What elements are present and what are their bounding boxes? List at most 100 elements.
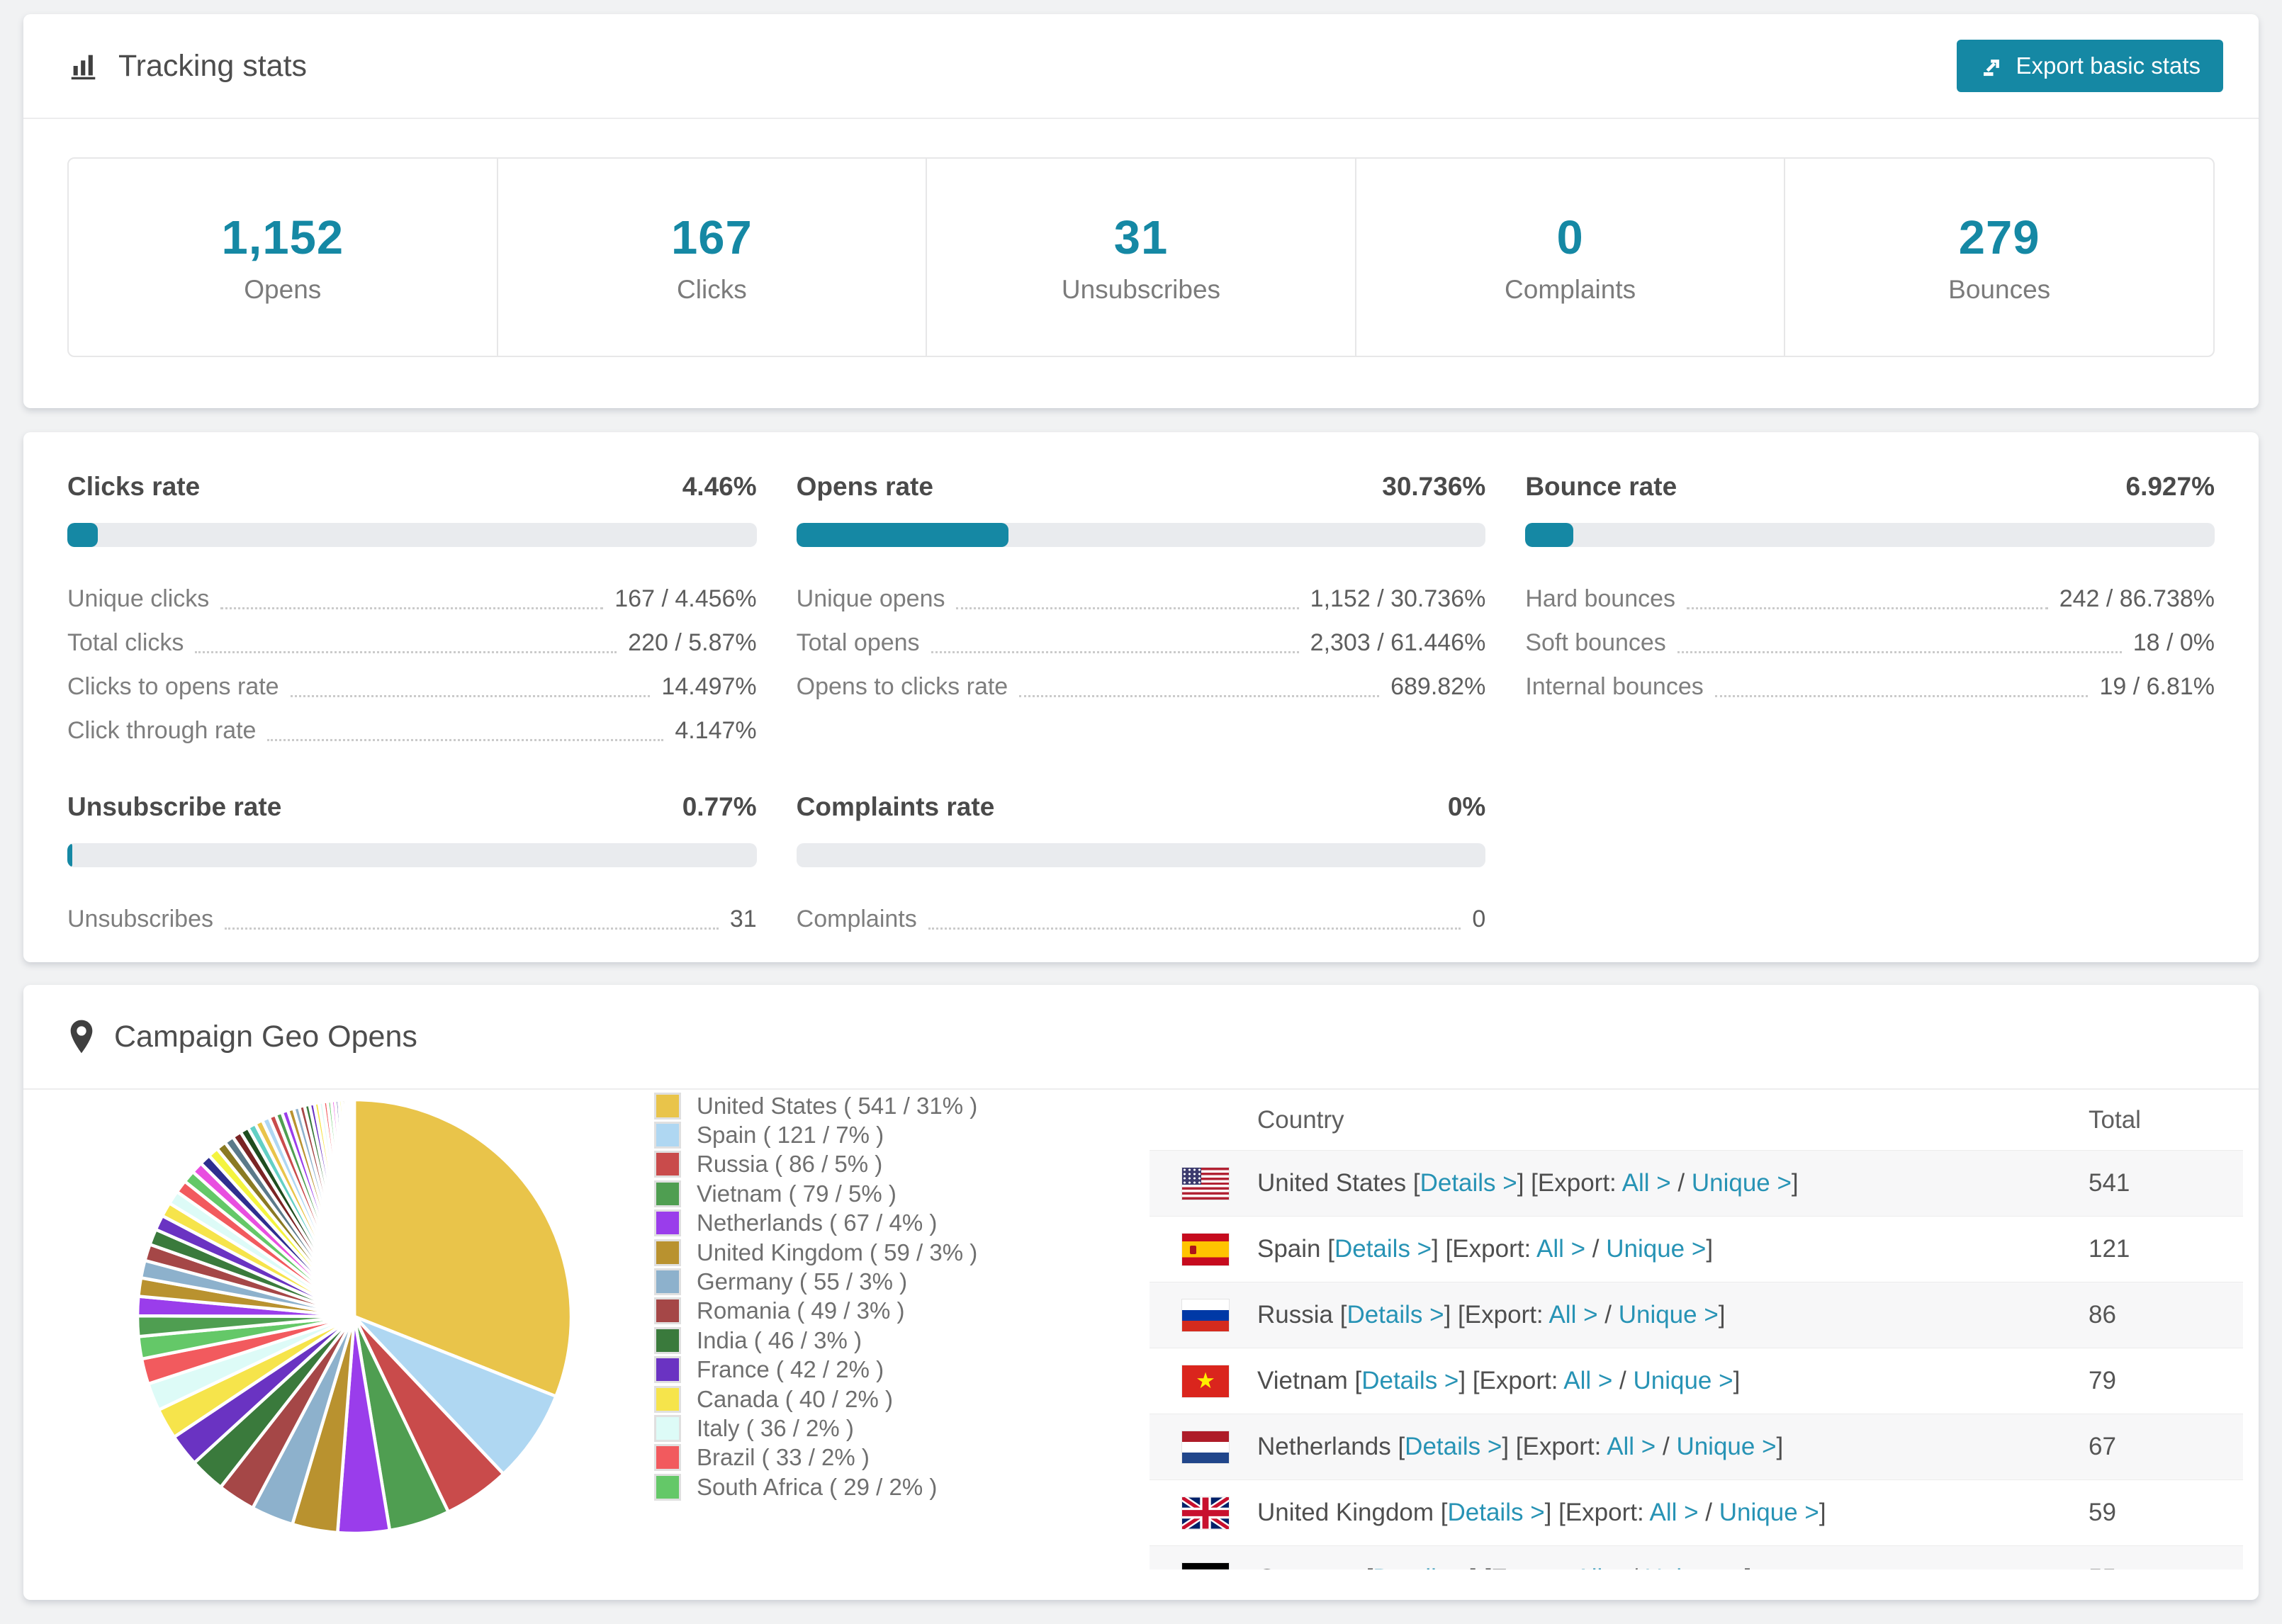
rate-row-value: 2,303 / 61.446% xyxy=(1310,628,1486,656)
dotted-leader xyxy=(1019,694,1380,697)
campaign-geo-opens-title-wrap: Campaign Geo Opens xyxy=(67,1018,417,1055)
legend-item: United States ( 541 / 31% ) xyxy=(654,1091,977,1120)
total-cell: 79 xyxy=(2089,1367,2116,1394)
stat-label: Complaints xyxy=(1505,274,1636,304)
rate-section: Clicks rate 4.46% Unique clicks 167 / 4.… xyxy=(67,472,757,752)
legend-label: Spain ( 121 / 7% ) xyxy=(697,1122,884,1149)
export-unique-link[interactable]: Unique > xyxy=(1719,1499,1819,1526)
export-all-link[interactable]: All > xyxy=(1650,1499,1699,1526)
stats-summary-row: 1,152 Opens 167 Clicks 31 Unsubscribes 0… xyxy=(67,157,2215,357)
legend-label: Russia ( 86 / 5% ) xyxy=(697,1151,883,1178)
details-link[interactable]: Details > xyxy=(1420,1169,1517,1197)
export-unique-link[interactable]: Unique > xyxy=(1619,1301,1719,1329)
export-unique-link[interactable]: Unique > xyxy=(1633,1367,1733,1394)
stat-cell: 31 Unsubscribes xyxy=(926,159,1355,356)
rate-section: Complaints rate 0% Complaints 0 xyxy=(796,792,1486,941)
rate-section-head: Bounce rate 6.927% xyxy=(1525,472,2215,502)
dotted-leader xyxy=(220,607,604,609)
bar-chart-icon xyxy=(71,55,96,80)
legend-label: Italy ( 36 / 2% ) xyxy=(697,1414,854,1441)
export-all-link[interactable]: All > xyxy=(1563,1367,1612,1394)
export-all-link[interactable]: All > xyxy=(1536,1235,1585,1263)
legend-item: Netherlands ( 67 / 4% ) xyxy=(654,1209,977,1238)
legend-swatch xyxy=(654,1356,681,1384)
rate-section-head: Unsubscribe rate 0.77% xyxy=(67,792,757,822)
rate-row-value: 14.497% xyxy=(661,672,757,700)
rate-detail-row: Unsubscribes 31 xyxy=(67,897,757,941)
export-all-link[interactable]: All > xyxy=(1575,1564,1624,1569)
rate-progress-track xyxy=(796,523,1486,547)
dotted-leader xyxy=(931,650,1299,653)
rate-row-value: 31 xyxy=(729,905,757,932)
rate-progress-fill xyxy=(796,523,1008,547)
legend-label: Romania ( 49 / 3% ) xyxy=(697,1297,905,1324)
rates-card: Clicks rate 4.46% Unique clicks 167 / 4.… xyxy=(23,432,2259,962)
tracking-stats-card: Tracking stats Export basic stats 1,152 … xyxy=(23,14,2259,408)
country-cell: Russia [Details >] [Export: All > / Uniq… xyxy=(1257,1301,1726,1329)
campaign-geo-opens-header: Campaign Geo Opens xyxy=(23,985,2259,1090)
rate-row-label: Unique clicks xyxy=(67,585,210,612)
rate-row-label: Unsubscribes xyxy=(67,905,213,932)
tracking-stats-title-wrap: Tracking stats xyxy=(67,49,307,84)
rate-row-value: 0 xyxy=(1472,905,1486,932)
stat-value: 279 xyxy=(1958,210,2040,264)
rate-detail-row: Click through rate 4.147% xyxy=(67,709,757,752)
legend-swatch xyxy=(654,1209,681,1237)
export-unique-link[interactable]: Unique > xyxy=(1645,1564,1745,1569)
details-link[interactable]: Details > xyxy=(1334,1235,1432,1263)
rate-detail-row: Unique clicks 167 / 4.456% xyxy=(67,577,757,621)
dotted-leader xyxy=(290,694,651,697)
dotted-leader xyxy=(1714,694,2089,697)
rate-detail-row: Total clicks 220 / 5.87% xyxy=(67,621,757,665)
rate-detail-row: Clicks to opens rate 14.497% xyxy=(67,665,757,709)
legend-item: Italy ( 36 / 2% ) xyxy=(654,1414,977,1443)
rate-title: Opens rate xyxy=(796,472,933,501)
rate-progress-track xyxy=(1525,523,2215,547)
legend-swatch xyxy=(654,1385,681,1413)
geo-opens-pie-chart[interactable] xyxy=(135,1097,574,1536)
total-cell: 67 xyxy=(2089,1433,2116,1460)
dotted-leader xyxy=(267,738,664,741)
stat-cell: 167 Clicks xyxy=(496,159,926,356)
rate-row-label: Clicks to opens rate xyxy=(67,672,279,700)
rate-row-value: 18 / 0% xyxy=(2132,628,2215,656)
rate-section-head: Complaints rate 0% xyxy=(797,792,1486,822)
details-link[interactable]: Details > xyxy=(1347,1301,1444,1329)
total-cell: 55 xyxy=(2089,1546,2116,1569)
total-cell: 541 xyxy=(2089,1169,2130,1197)
export-unique-link[interactable]: Unique > xyxy=(1676,1433,1776,1460)
export-all-link[interactable]: All > xyxy=(1622,1169,1671,1197)
legend-swatch xyxy=(654,1297,681,1325)
export-all-link[interactable]: All > xyxy=(1607,1433,1656,1460)
rate-progress-track xyxy=(796,843,1486,867)
stat-cell: 279 Bounces xyxy=(1784,159,2213,356)
ru-flag xyxy=(1182,1299,1229,1331)
de-flag xyxy=(1182,1562,1229,1569)
rate-progress-fill xyxy=(67,843,73,867)
export-unique-link[interactable]: Unique > xyxy=(1692,1169,1792,1197)
details-link[interactable]: Details > xyxy=(1361,1367,1458,1394)
geo-table-rows: United States [Details >] [Export: All >… xyxy=(1150,1150,2243,1569)
export-unique-link[interactable]: Unique > xyxy=(1606,1235,1706,1263)
rate-value: 6.927% xyxy=(2125,472,2215,501)
legend-swatch xyxy=(654,1239,681,1266)
geo-table-row: Netherlands [Details >] [Export: All > /… xyxy=(1150,1414,2243,1479)
export-basic-stats-button[interactable]: Export basic stats xyxy=(1956,40,2223,92)
rate-title: Complaints rate xyxy=(796,792,995,821)
rate-section: Opens rate 30.736% Unique opens 1,152 / … xyxy=(796,472,1486,752)
details-link[interactable]: Details > xyxy=(1447,1499,1544,1526)
details-link[interactable]: Details > xyxy=(1405,1433,1502,1460)
stat-label: Unsubscribes xyxy=(1061,274,1221,304)
geo-table-row: United Kingdom [Details >] [Export: All … xyxy=(1150,1479,2243,1545)
nl-flag xyxy=(1182,1431,1229,1463)
rate-row-label: Total clicks xyxy=(67,628,184,656)
pie-legend: United States ( 541 / 31% ) Spain ( 121 … xyxy=(654,1091,977,1501)
legend-swatch xyxy=(654,1092,681,1120)
legend-swatch xyxy=(654,1473,681,1501)
rate-detail-row: Total opens 2,303 / 61.446% xyxy=(797,621,1486,665)
details-link[interactable]: Details > xyxy=(1373,1564,1470,1569)
rate-progress-track xyxy=(67,523,757,547)
rate-section-head: Clicks rate 4.46% xyxy=(67,472,757,502)
export-all-link[interactable]: All > xyxy=(1548,1301,1597,1329)
legend-item: Canada ( 40 / 2% ) xyxy=(654,1385,977,1414)
